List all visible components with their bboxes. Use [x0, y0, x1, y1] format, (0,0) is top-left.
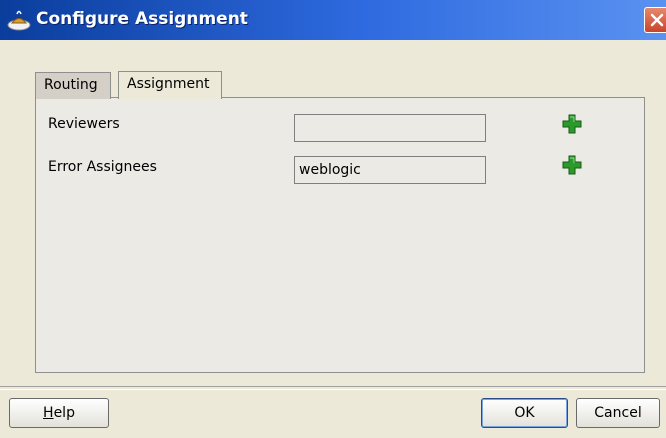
tab-assignment-label: Assignment	[127, 76, 210, 92]
window-title: Configure Assignment	[36, 9, 248, 29]
add-reviewer-button[interactable]	[562, 114, 582, 134]
cancel-button[interactable]: Cancel	[576, 398, 660, 428]
plus-icon	[562, 155, 582, 175]
error-assignees-field[interactable]: weblogic	[294, 156, 486, 184]
help-label-rest: elp	[53, 405, 75, 421]
close-button[interactable]	[644, 7, 666, 33]
reviewers-label: Reviewers	[48, 116, 120, 132]
add-error-assignee-button[interactable]	[562, 155, 582, 175]
tab-routing-label: Routing	[44, 77, 98, 93]
tab-assignment[interactable]: Assignment	[118, 71, 222, 99]
plus-icon	[562, 114, 582, 134]
help-button[interactable]: Help	[9, 398, 109, 428]
title-bar[interactable]: Configure Assignment	[0, 0, 666, 40]
oracle-jdeveloper-icon	[6, 8, 32, 32]
close-icon	[650, 13, 664, 27]
reviewers-field[interactable]	[294, 114, 486, 142]
cancel-label: Cancel	[594, 405, 642, 421]
tab-routing[interactable]: Routing	[35, 72, 111, 99]
ok-button[interactable]: OK	[481, 398, 568, 428]
help-mnemonic: H	[43, 405, 54, 421]
ok-label: OK	[514, 405, 535, 421]
button-separator	[0, 386, 666, 390]
error-assignees-label: Error Assignees	[48, 159, 157, 175]
